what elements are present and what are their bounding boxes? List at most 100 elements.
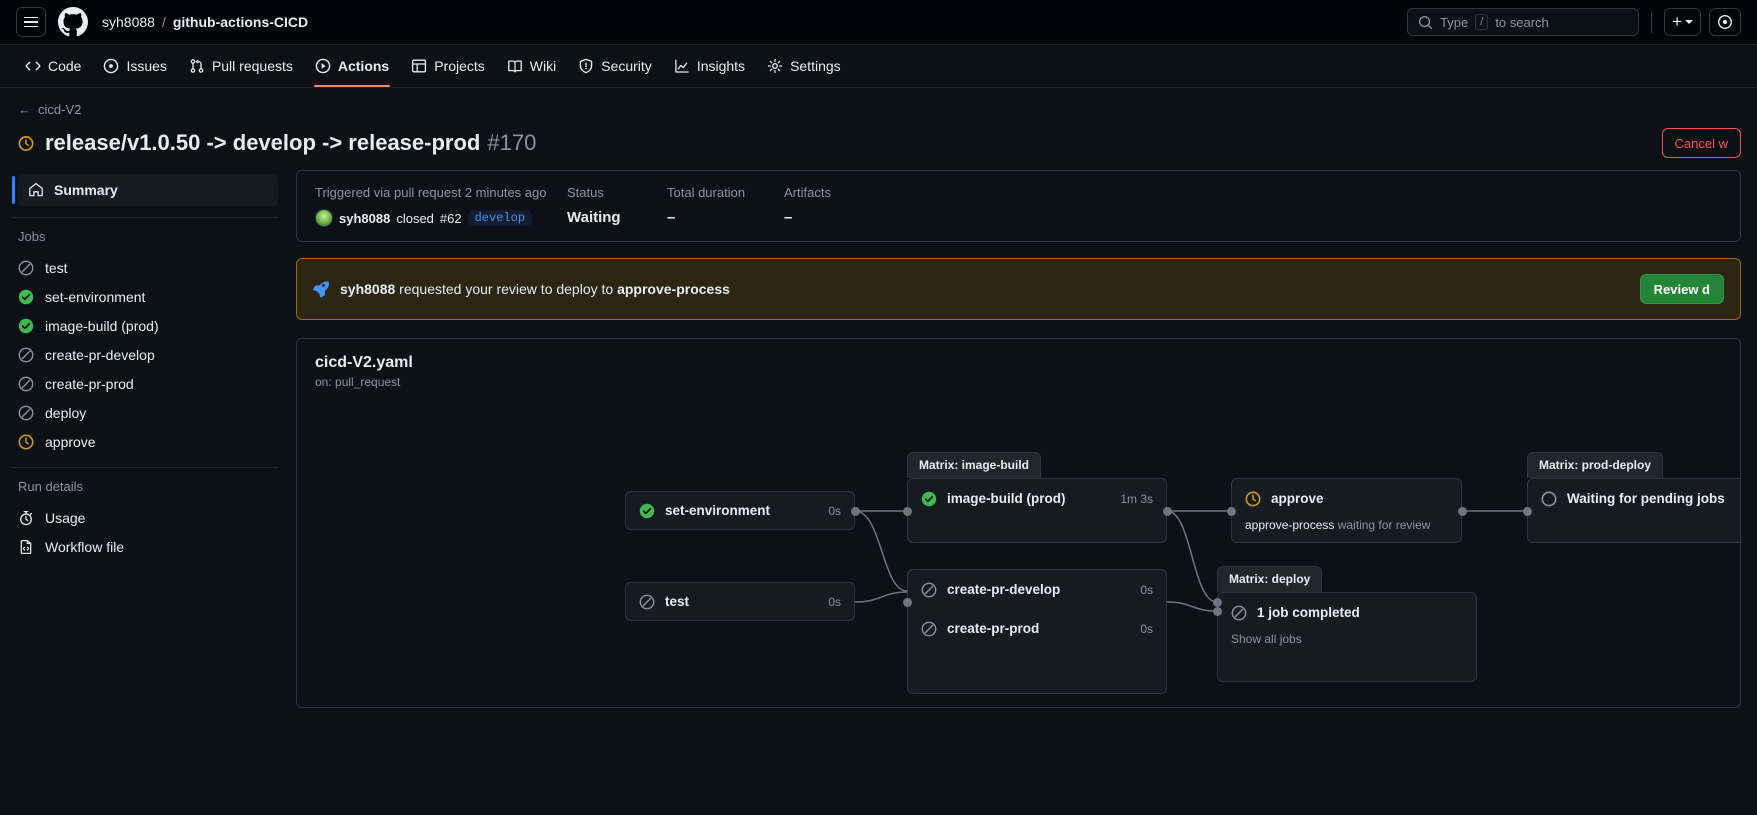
- trigger-header: Triggered via pull request 2 minutes ago: [315, 185, 547, 200]
- graph-node-subtitle: approve-process waiting for review: [1245, 518, 1431, 532]
- sidebar-item-workflow-file[interactable]: Workflow file: [12, 532, 278, 561]
- sidebar-item-create-pr-develop[interactable]: create-pr-develop: [12, 340, 278, 369]
- tab-security[interactable]: Security: [569, 45, 661, 87]
- graph-icon: [674, 58, 690, 74]
- graph-node-test[interactable]: test 0s: [625, 582, 855, 621]
- chevron-down-icon: [1685, 20, 1693, 24]
- tab-label: Pull requests: [211, 58, 293, 74]
- sidebar-item-create-pr-prod[interactable]: create-pr-prod: [12, 369, 278, 398]
- sidebar-job-label: deploy: [45, 404, 87, 421]
- tab-insights[interactable]: Insights: [665, 45, 754, 87]
- graph-group-tab: Matrix: image-build: [907, 452, 1042, 478]
- graph-node-label: image-build (prod): [947, 491, 1066, 506]
- status-header: Status: [567, 185, 604, 200]
- graph-node-image-build-prod[interactable]: image-build (prod) 1m 3s: [908, 479, 1166, 518]
- tab-wiki[interactable]: Wiki: [498, 45, 565, 87]
- repository-navigation: Code Issues Pull requests Actions Projects Wi…: [0, 45, 1757, 88]
- tab-issues[interactable]: Issues: [94, 45, 175, 87]
- graph-node-Waiting-for-pending-jobs[interactable]: Waiting for pending jobs: [1528, 479, 1740, 518]
- review-deployments-button[interactable]: Review d: [1639, 274, 1724, 304]
- hamburger-icon[interactable]: [16, 7, 46, 37]
- run-detail-label: Workflow file: [45, 538, 125, 555]
- sidebar-job-label: test: [45, 259, 68, 276]
- branch-badge[interactable]: develop: [467, 210, 533, 226]
- breadcrumb: syh8088 / github-actions-CICD: [102, 14, 308, 30]
- sidebar-item-image-build-prod[interactable]: image-build (prod): [12, 311, 278, 340]
- back-link-label: cicd-V2: [38, 102, 82, 117]
- tab-settings[interactable]: Settings: [758, 45, 850, 87]
- run-detail-label: Usage: [45, 509, 86, 526]
- review-banner-user: syh8088: [340, 281, 396, 297]
- graph-node-label: approve: [1271, 491, 1324, 506]
- back-to-workflow-link[interactable]: ← cicd-V2: [18, 102, 1741, 117]
- waiting-circle-icon: [1541, 491, 1557, 507]
- sidebar-item-summary[interactable]: Summary: [12, 174, 278, 206]
- play-circle-icon: [315, 58, 331, 74]
- table-icon: [411, 58, 427, 74]
- skipped-icon: [18, 260, 34, 276]
- graph-node-duration: 0s: [828, 503, 841, 518]
- github-logo-icon[interactable]: [58, 6, 90, 38]
- graph-node-create-pr-prod[interactable]: create-pr-prod 0s: [908, 609, 1166, 648]
- git-pull-request-icon: [189, 58, 205, 74]
- cancel-workflow-button[interactable]: Cancel w: [1661, 128, 1741, 158]
- graph-group-footer[interactable]: Show all jobs: [1218, 632, 1476, 646]
- graph-node-label: set-environment: [665, 503, 771, 518]
- tab-code[interactable]: Code: [16, 45, 90, 87]
- sidebar-divider-1: [12, 217, 278, 218]
- duration-column: Total duration –: [667, 185, 784, 227]
- skipped-icon: [921, 582, 937, 598]
- trigger-pr-number[interactable]: #62: [440, 211, 462, 226]
- breadcrumb-owner[interactable]: syh8088: [102, 14, 155, 30]
- tab-actions[interactable]: Actions: [306, 45, 398, 87]
- graph-node-set-environment[interactable]: set-environment 0s: [625, 491, 855, 530]
- rocket-icon: [313, 280, 329, 297]
- graph-node-approve-row[interactable]: approve: [1232, 479, 1461, 518]
- success-check-icon: [639, 503, 655, 519]
- graph-node-label: 1 job completed: [1257, 605, 1360, 620]
- graph-node-1-job-completed[interactable]: 1 job completed: [1218, 593, 1476, 632]
- page-body: Summary Jobs test set-environment image-bu…: [0, 168, 1757, 815]
- run-title-row: release/v1.0.50 -> develop -> release-pr…: [18, 128, 1741, 158]
- tab-projects[interactable]: Projects: [402, 45, 494, 87]
- tab-label: Wiki: [529, 58, 557, 74]
- search-input[interactable]: Type / to search: [1407, 8, 1640, 36]
- breadcrumb-separator: /: [161, 14, 166, 30]
- sidebar-item-test[interactable]: test: [12, 253, 278, 282]
- success-check-icon: [18, 318, 34, 334]
- sidebar-item-approve[interactable]: approve: [12, 427, 278, 456]
- graph-connector-dot: [1162, 506, 1172, 516]
- artifacts-value: –: [784, 209, 793, 226]
- search-placeholder-prefix: Type: [1440, 14, 1469, 30]
- success-check-icon: [921, 491, 937, 507]
- graph-connector-dot: [1226, 506, 1236, 516]
- skipped-icon: [921, 621, 937, 637]
- breadcrumb-repo[interactable]: github-actions-CICD: [173, 14, 308, 30]
- artifacts-header: Artifacts: [784, 185, 831, 200]
- graph-node-approve[interactable]: approve approve-process waiting for revie…: [1231, 478, 1462, 543]
- account-menu-button[interactable]: [1709, 8, 1741, 36]
- sidebar-job-label: image-build (prod): [45, 317, 159, 334]
- graph-group-deploy-group: Matrix: deploy 1 job completed Show all jo…: [1217, 566, 1477, 682]
- pending-clock-icon: [1245, 491, 1261, 507]
- graph-node-duration: 1m 3s: [1120, 491, 1153, 506]
- graph-connector-dot: [902, 597, 912, 607]
- run-number: #170: [487, 130, 537, 155]
- sidebar-item-usage[interactable]: Usage: [12, 503, 278, 532]
- trigger-user[interactable]: syh8088: [339, 211, 390, 226]
- graph-node-create-pr-develop[interactable]: create-pr-develop 0s: [908, 570, 1166, 609]
- graph-node-label: Waiting for pending jobs: [1567, 491, 1725, 506]
- review-banner-text: syh8088 requested your review to deploy …: [340, 281, 730, 297]
- sidebar-item-deploy[interactable]: deploy: [12, 398, 278, 427]
- graph-node-duration: 0s: [828, 594, 841, 609]
- create-new-button[interactable]: +: [1664, 8, 1701, 36]
- review-request-banner: syh8088 requested your review to deploy …: [296, 258, 1741, 320]
- graph-node-duration: 0s: [1140, 621, 1153, 636]
- tab-pull-requests[interactable]: Pull requests: [180, 45, 302, 87]
- issue-opened-icon: [103, 58, 119, 74]
- sidebar-item-set-environment[interactable]: set-environment: [12, 282, 278, 311]
- pending-clock-icon: [18, 135, 34, 151]
- sidebar-divider-2: [12, 467, 278, 468]
- sidebar-jobs-list: test set-environment image-build (prod) cre…: [12, 253, 278, 456]
- plus-icon: +: [1672, 12, 1682, 31]
